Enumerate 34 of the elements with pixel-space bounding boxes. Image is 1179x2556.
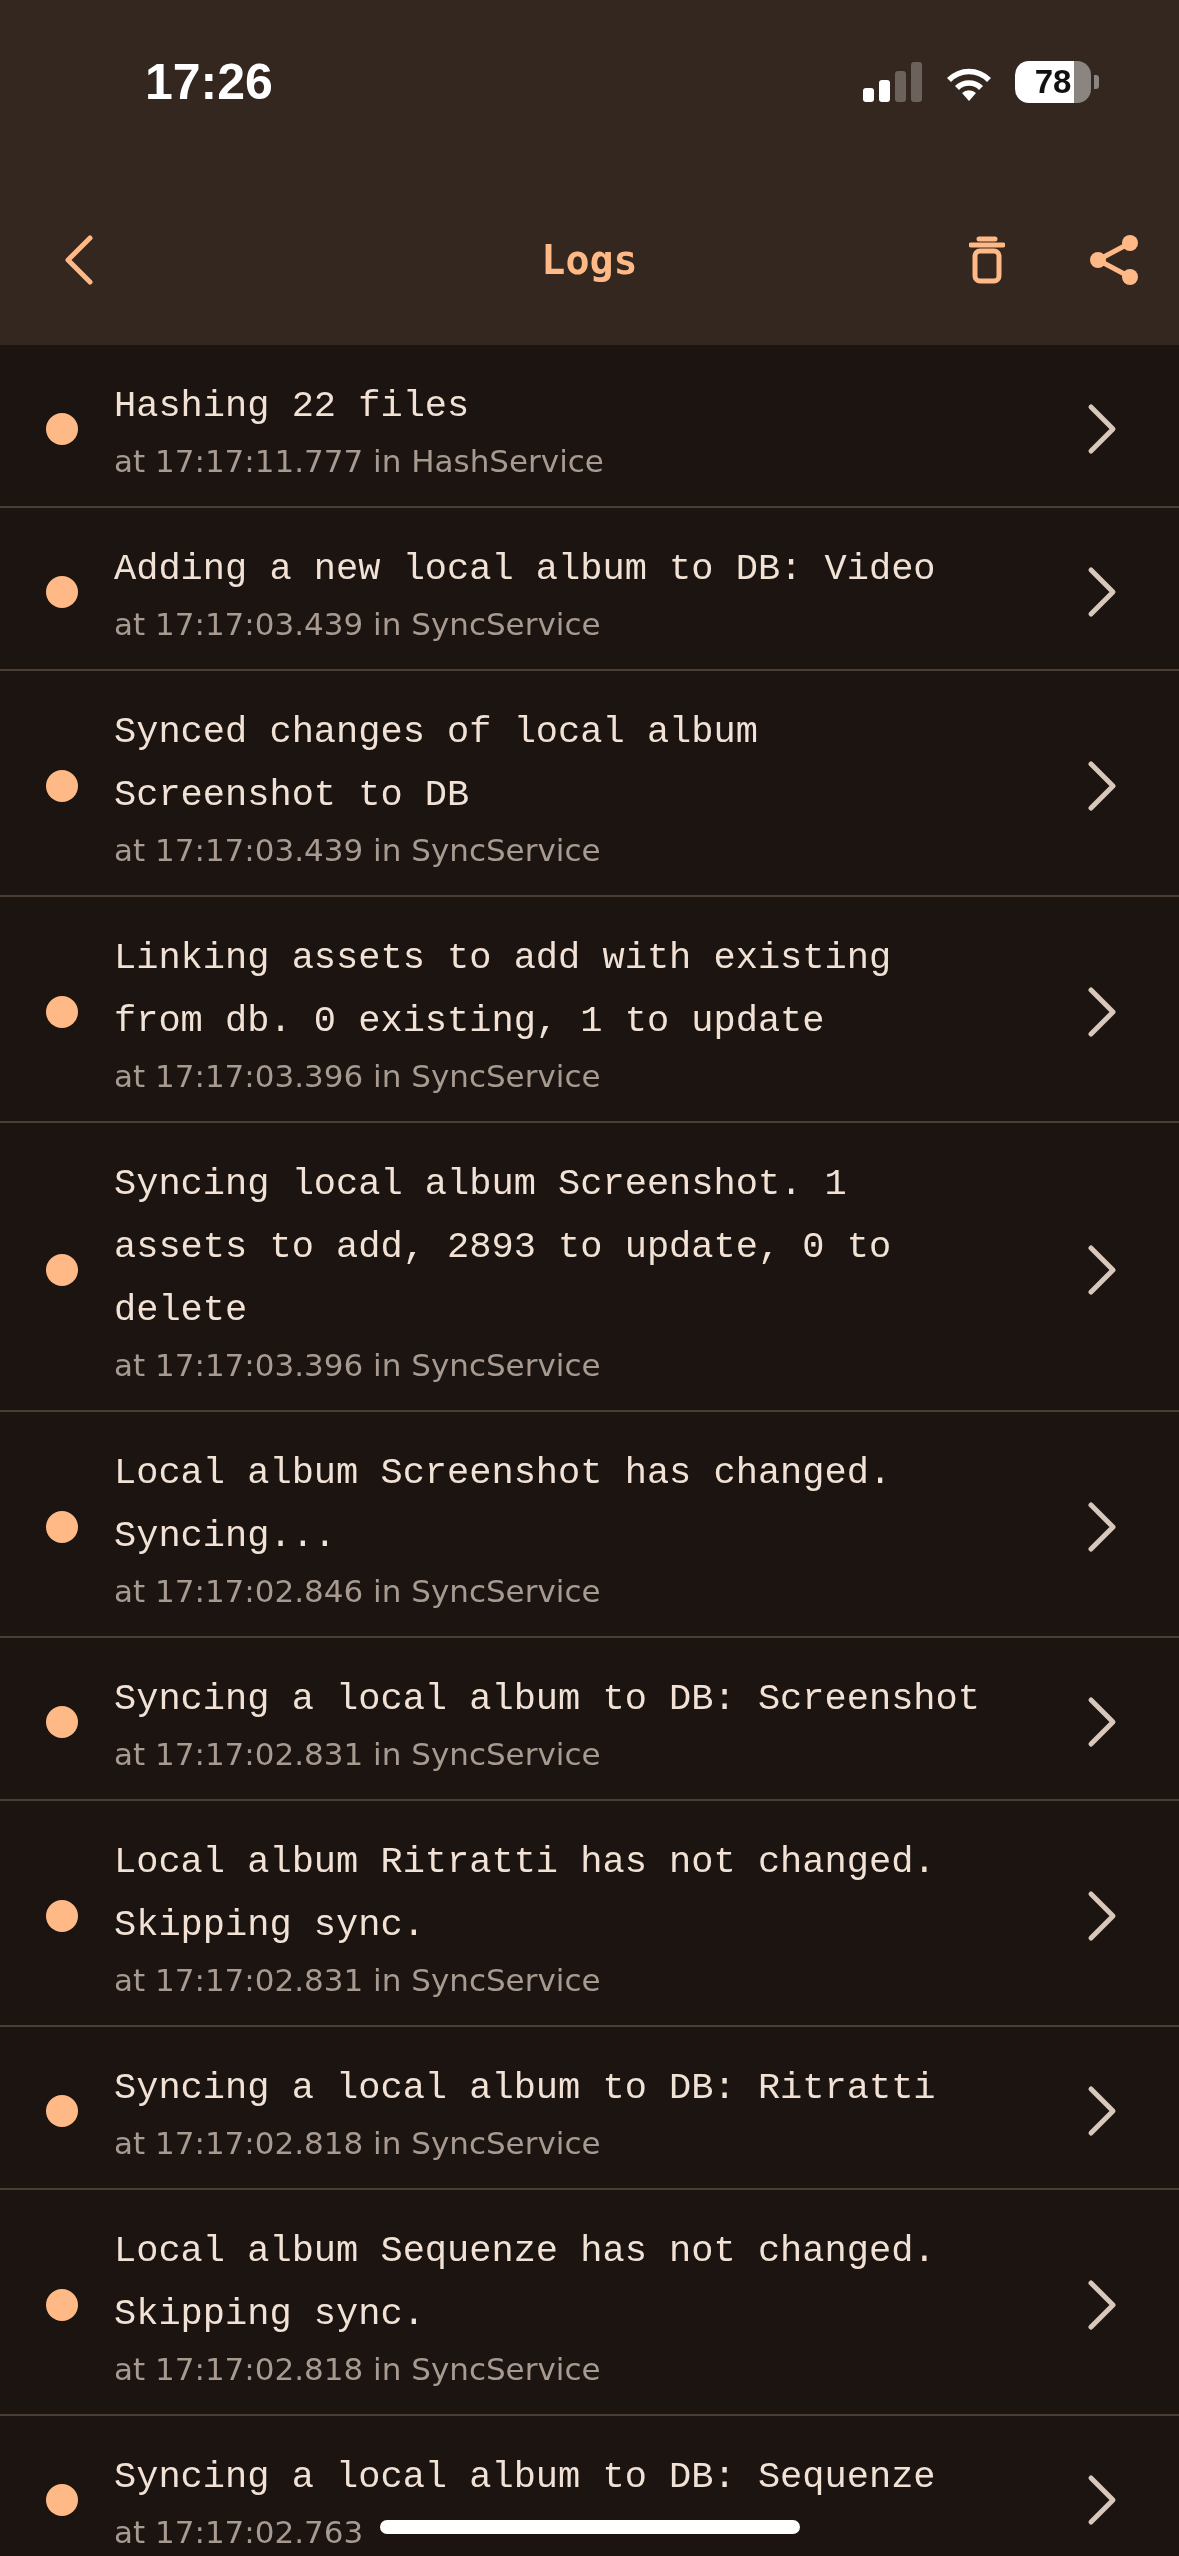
- log-message: Hashing 22 files: [114, 384, 471, 429]
- log-meta: at 17:17:02.831 in SyncService: [114, 1961, 601, 2000]
- log-row[interactable]: Synced changes of local album Screenshot to DB at 17:17:03.439 in SyncService: [0, 671, 1179, 897]
- log-row[interactable]: Linking assets to add with existing from db. 0 existing, 1 to update at 17:17:03.396 in SyncService: [0, 897, 1179, 1123]
- log-row[interactable]: Syncing local album Screenshot. 1 assets to add, 2893 to update, 0 to delete at 17:17:03.396 in SyncService: [0, 1123, 1179, 1412]
- log-message: Synced changes of local album Screenshot to DB: [114, 710, 759, 818]
- log-message: Local album Sequenze has not changed. Skipping sync.: [114, 2229, 937, 2337]
- log-meta: at 17:17:11.777 in HashService: [114, 442, 604, 481]
- log-meta: at 17:17:02.818 in SyncService: [114, 2350, 601, 2389]
- log-meta: at 17:17:03.439 in SyncService: [114, 831, 601, 870]
- log-message: Syncing a local album to DB: Ritratti: [114, 2066, 937, 2111]
- page-title: Logs: [541, 237, 638, 283]
- log-message: Adding a new local album to DB: Video: [114, 547, 937, 592]
- log-message: Linking assets to add with existing from db. 0 existing, 1 to update: [114, 936, 893, 1044]
- log-meta: at 17:17:02.763: [114, 2513, 364, 2552]
- log-meta: at 17:17:03.396 in SyncService: [114, 1346, 601, 1385]
- log-meta: at 17:17:02.846 in SyncService: [114, 1572, 601, 1611]
- log-row[interactable]: Local album Sequenze has not changed. Skipping sync. at 17:17:02.818 in SyncService: [0, 2190, 1179, 2416]
- log-meta: at 17:17:03.396 in SyncService: [114, 1057, 601, 1096]
- log-meta: at 17:17:02.831 in SyncService: [114, 1735, 601, 1774]
- log-message: Local album Screenshot has changed. Syncing...: [114, 1451, 893, 1559]
- log-message: Syncing local album Screenshot. 1 assets to add, 2893 to update, 0 to delete: [114, 1162, 893, 1333]
- log-row[interactable]: Adding a new local album to DB: Video at 17:17:03.439 in SyncService: [0, 508, 1179, 671]
- log-message: Syncing a local album to DB: Screenshot: [114, 1677, 981, 1722]
- log-row[interactable]: Local album Ritratti has not changed. Skipping sync. at 17:17:02.831 in SyncService: [0, 1801, 1179, 2027]
- log-row[interactable]: Hashing 22 files at 17:17:11.777 in HashService: [0, 345, 1179, 508]
- log-row[interactable]: Syncing a local album to DB: Ritratti at 17:17:02.818 in SyncService: [0, 2027, 1179, 2190]
- status-time: 17:26: [145, 52, 273, 111]
- log-row[interactable]: Local album Screenshot has changed. Syncing... at 17:17:02.846 in SyncService: [0, 1412, 1179, 1638]
- log-meta: at 17:17:02.818 in SyncService: [114, 2124, 601, 2163]
- log-message: Syncing a local album to DB: Sequenze: [114, 2455, 937, 2500]
- log-message: Local album Ritratti has not changed. Skipping sync.: [114, 1840, 937, 1948]
- log-meta: at 17:17:03.439 in SyncService: [114, 605, 601, 644]
- log-row[interactable]: Syncing a local album to DB: Screenshot at 17:17:02.831 in SyncService: [0, 1638, 1179, 1801]
